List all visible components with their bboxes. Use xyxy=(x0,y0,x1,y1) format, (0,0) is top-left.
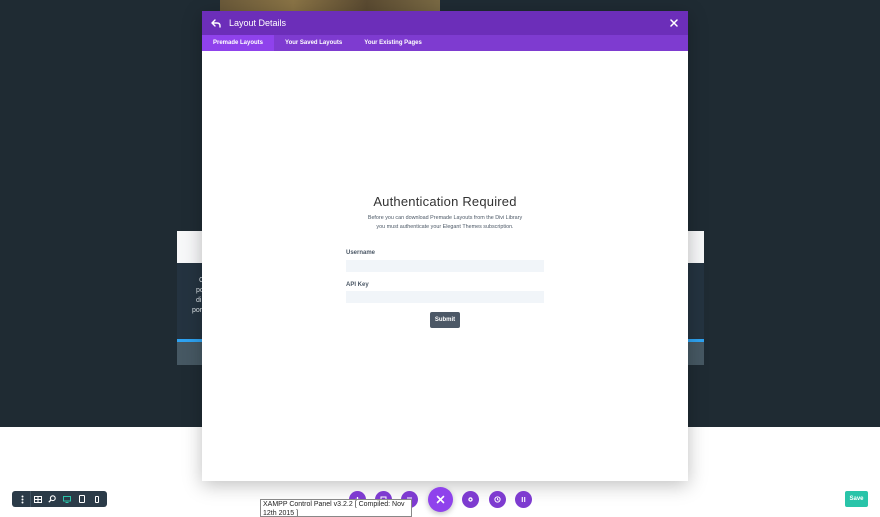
modal-title: Layout Details xyxy=(229,18,287,28)
auth-title: Authentication Required xyxy=(373,194,517,209)
more-icon[interactable] xyxy=(15,491,30,507)
modal-tabs: Premade Layouts Your Saved Layouts Your … xyxy=(202,35,688,51)
api-key-input[interactable] xyxy=(346,291,544,303)
phone-icon[interactable] xyxy=(89,491,104,507)
tab-premade-layouts[interactable]: Premade Layouts xyxy=(202,35,275,51)
wireframe-icon[interactable] xyxy=(29,491,45,507)
layout-details-modal: Layout Details Premade Layouts Your Save… xyxy=(202,11,688,481)
modal-header: Layout Details xyxy=(202,11,688,35)
username-input[interactable] xyxy=(346,260,544,272)
tab-your-existing-pages[interactable]: Your Existing Pages xyxy=(353,35,433,51)
view-mode-toolbar xyxy=(12,491,107,507)
close-icon[interactable] xyxy=(428,487,453,512)
desktop-icon[interactable] xyxy=(60,491,75,507)
history-icon[interactable] xyxy=(489,491,506,508)
bg-text-fragment: di xyxy=(196,297,202,304)
settings-icon[interactable] xyxy=(462,491,479,508)
save-button[interactable]: Save xyxy=(845,491,868,507)
auth-description: Before you can download Premade Layouts … xyxy=(367,215,523,230)
api-key-label: API Key xyxy=(346,282,369,288)
xampp-tooltip: XAMPP Control Panel v3.2.2 [ Compiled: N… xyxy=(260,499,412,517)
tab-your-saved-layouts[interactable]: Your Saved Layouts xyxy=(274,35,353,51)
submit-button[interactable]: Submit xyxy=(430,312,460,328)
close-icon[interactable] xyxy=(668,17,680,29)
username-label: Username xyxy=(346,250,376,256)
tablet-icon[interactable] xyxy=(74,491,89,507)
back-icon[interactable] xyxy=(210,17,222,29)
zoom-icon[interactable] xyxy=(45,491,60,507)
sort-icon[interactable] xyxy=(515,491,532,508)
auth-panel: Authentication Required Before you can d… xyxy=(346,194,544,232)
